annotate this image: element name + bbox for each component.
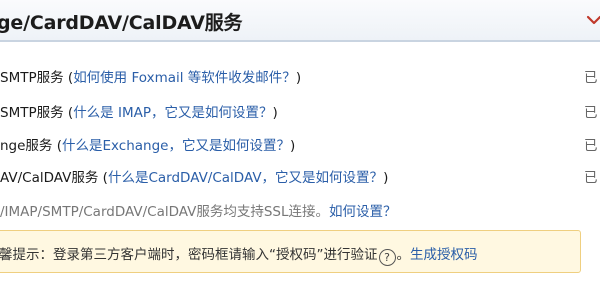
help-link-carddav[interactable]: 什么是CardDAV/CalDAV，它又是如何设置？ xyxy=(108,170,383,186)
service-status: 已 xyxy=(584,170,598,186)
service-name: SMTP服务 xyxy=(0,105,64,121)
help-link-foxmail[interactable]: 如何使用 Foxmail 等软件收发邮件？ xyxy=(73,70,296,86)
service-name: AV/CalDAV服务 xyxy=(0,170,99,186)
service-row-imap-smtp: SMTP服务 (什么是 IMAP，它又是如何设置？) 已 xyxy=(0,101,600,125)
auth-code-tip: 馨提示：登录第三方客户端时，密码框请输入“授权码”进行验证? 。生成授权码 xyxy=(0,243,478,266)
section-title: ge/CardDAV/CalDAV服务 xyxy=(0,12,243,34)
service-row-exchange: nge服务 (什么是Exchange，它又是如何设置？) 已 xyxy=(0,134,600,158)
tip-text: 馨提示：登录第三方客户端时，密码框请输入“授权码”进行验证 xyxy=(0,247,378,263)
question-circle-icon[interactable]: ? xyxy=(378,249,396,266)
service-name: SMTP服务 xyxy=(0,70,64,86)
help-link-imap[interactable]: 什么是 IMAP，它又是如何设置？ xyxy=(73,105,272,121)
ssl-note-text: /IMAP/SMTP/CardDAV/CalDAV服务均支持SSL连接。 xyxy=(0,204,330,220)
help-close-paren: ) xyxy=(272,105,278,121)
section-header: ge/CardDAV/CalDAV服务 xyxy=(0,0,600,42)
service-row-pop3-smtp: SMTP服务 (如何使用 Foxmail 等软件收发邮件？) 已 xyxy=(0,66,600,90)
help-close-paren: ) xyxy=(295,70,302,86)
help-close-paren: ) xyxy=(289,138,296,154)
service-name: nge服务 xyxy=(0,138,53,154)
generate-auth-code-link[interactable]: 生成授权码 xyxy=(410,247,478,263)
ssl-support-note: /IMAP/SMTP/CardDAV/CalDAV服务均支持SSL连接。如何设置… xyxy=(0,200,397,220)
service-row-carddav-caldav: AV/CalDAV服务 (什么是CardDAV/CalDAV，它又是如何设置？)… xyxy=(0,166,600,190)
help-link-exchange[interactable]: 什么是Exchange，它又是如何设置？ xyxy=(62,138,290,154)
tip-separator: 。 xyxy=(396,247,411,263)
chevron-down-icon[interactable] xyxy=(586,12,600,28)
auth-code-tip-box: 馨提示：登录第三方客户端时，密码框请输入“授权码”进行验证? 。生成授权码 xyxy=(0,230,581,273)
ssl-setup-link[interactable]: 如何设置？ xyxy=(329,204,397,220)
service-status: 已 xyxy=(584,105,598,121)
help-close-paren: ) xyxy=(383,170,389,186)
service-status: 已 xyxy=(584,70,598,86)
service-status: 已 xyxy=(584,138,598,154)
